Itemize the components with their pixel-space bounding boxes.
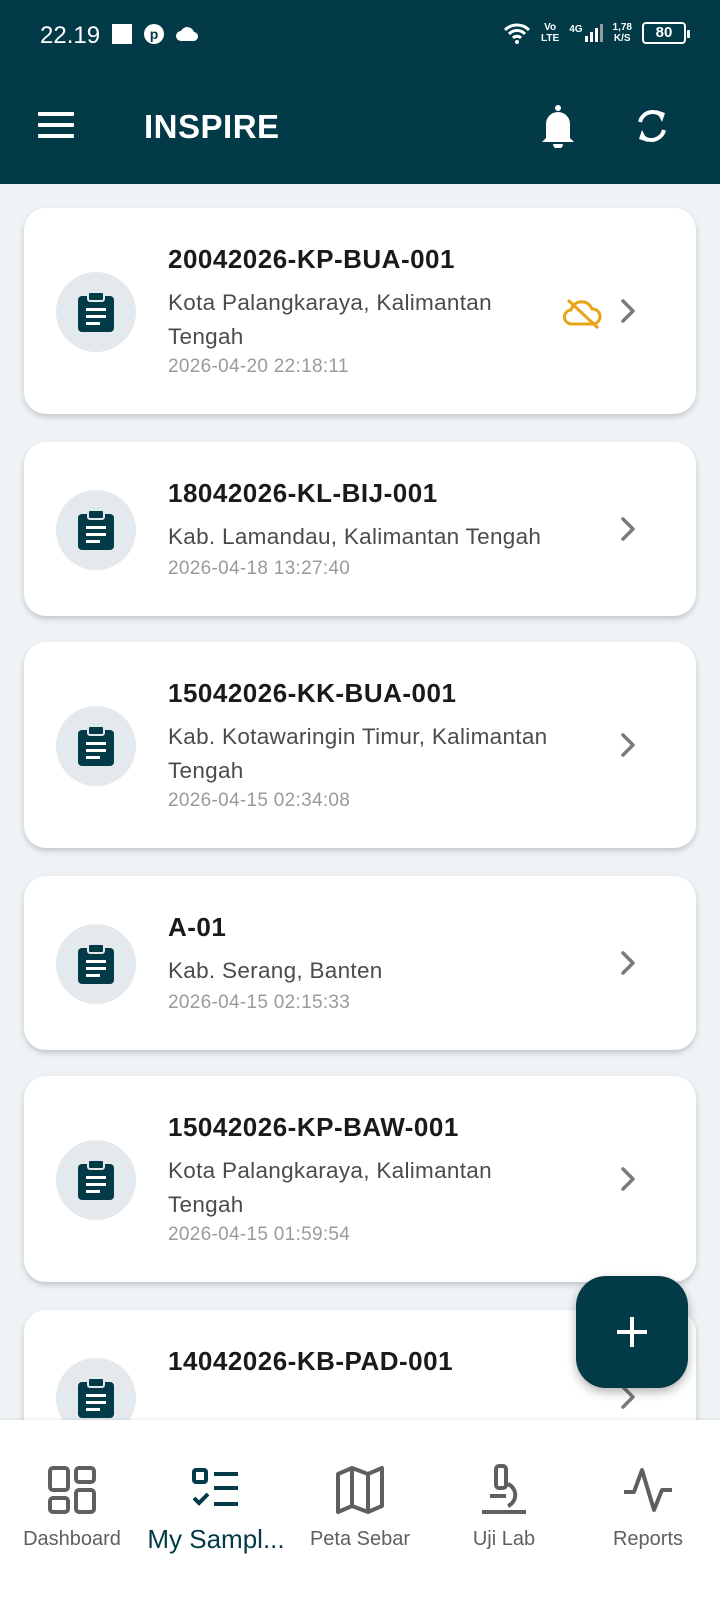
sample-date: 2026-04-20 22:18:11	[168, 356, 349, 377]
sample-card[interactable]: 18042026-KL-BIJ-001 Kab. Lamandau, Kalima…	[24, 442, 696, 616]
nav-label: My Sampl...	[147, 1524, 285, 1554]
sample-location: Kab. Kotawaringin Timur, Kalimantan Teng…	[168, 724, 548, 783]
nav-peta-sebar[interactable]: Peta Sebar	[288, 1464, 432, 1551]
nav-label: Reports	[612, 1528, 684, 1550]
app-title: INSPIRE	[144, 108, 280, 145]
clipboard-icon	[56, 706, 136, 786]
chevron-right-icon	[621, 517, 635, 541]
clipboard-icon	[56, 272, 136, 352]
pinterest-icon: p	[144, 24, 164, 44]
sample-card[interactable]: 20042026-KP-BUA-001 Kota Palangkaraya, Ka…	[24, 208, 696, 414]
sample-card[interactable]: 15042026-KP-BAW-001 Kota Palangkaraya, Ka…	[24, 1076, 696, 1282]
bell-icon[interactable]	[538, 104, 578, 148]
cloud-off-icon	[563, 298, 602, 330]
add-sample-button[interactable]	[576, 1276, 688, 1388]
wifi-icon	[503, 23, 531, 44]
sample-id: A-01	[168, 912, 227, 942]
clipboard-icon	[56, 1140, 136, 1220]
sample-location: Kab. Lamandau, Kalimantan Tengah	[168, 524, 542, 549]
sample-date: 2026-04-15 02:34:08	[168, 790, 351, 811]
checklist-icon	[192, 1468, 238, 1506]
sync-icon[interactable]	[632, 106, 672, 146]
microscope-icon	[482, 1464, 526, 1514]
chevron-right-icon	[621, 1167, 635, 1191]
status-time: 22.19	[40, 22, 101, 49]
sample-date: 2026-04-15 01:59:54	[168, 1224, 351, 1245]
network-speed: 1,78 K/S	[612, 22, 632, 44]
nav-label: Peta Sebar	[309, 1528, 411, 1550]
sample-id: 15042026-KP-BAW-001	[168, 1112, 459, 1142]
map-icon	[336, 1466, 384, 1514]
battery-indicator: 80	[642, 22, 690, 44]
volte-indicator: Vo LTE	[541, 22, 560, 44]
clipboard-icon	[56, 490, 136, 570]
sample-id: 14042026-KB-PAD-001	[168, 1346, 454, 1376]
app-bar: INSPIRE	[0, 72, 720, 184]
nav-my-samples[interactable]: My Sampl...	[144, 1464, 288, 1555]
nav-dashboard[interactable]: Dashboard	[0, 1464, 144, 1551]
status-bar: 22.19 p Vo LTE 4G 1,78 K/S 80	[0, 0, 720, 72]
chevron-right-icon	[621, 299, 635, 323]
notification-square-icon	[112, 24, 132, 44]
sample-location: Kota Palangkaraya, Kalimantan Tengah	[168, 290, 492, 349]
sample-location: Kab. Serang, Banten	[168, 958, 383, 983]
signal-icon: 4G	[569, 24, 603, 42]
sample-card[interactable]: A-01 Kab. Serang, Banten 2026-04-15 02:15:…	[24, 876, 696, 1050]
chevron-right-icon	[621, 733, 635, 757]
activity-pulse-icon	[624, 1468, 672, 1512]
sample-id: 20042026-KP-BUA-001	[168, 244, 455, 274]
hamburger-menu-icon[interactable]	[38, 112, 74, 140]
bottom-navigation: Dashboard My Sampl... Peta Sebar Uji Lab	[0, 1420, 720, 1600]
sample-location: Kota Palangkaraya, Kalimantan Tengah	[168, 1158, 492, 1217]
sample-id: 18042026-KL-BIJ-001	[168, 478, 438, 508]
sample-id: 15042026-KK-BUA-001	[168, 678, 457, 708]
nav-label: Dashboard	[23, 1528, 121, 1550]
sample-date: 2026-04-18 13:27:40	[168, 558, 351, 579]
nav-reports[interactable]: Reports	[576, 1464, 720, 1551]
sample-card[interactable]: 15042026-KK-BUA-001 Kab. Kotawaringin Tim…	[24, 642, 696, 848]
plus-icon	[617, 1317, 647, 1347]
nav-uji-lab[interactable]: Uji Lab	[432, 1464, 576, 1551]
nav-label: Uji Lab	[472, 1528, 536, 1550]
clipboard-icon	[56, 924, 136, 1004]
dashboard-grid-icon	[48, 1466, 96, 1514]
sample-date: 2026-04-15 02:15:33	[168, 992, 351, 1013]
chevron-right-icon	[621, 951, 635, 975]
cloud-icon	[176, 27, 198, 41]
